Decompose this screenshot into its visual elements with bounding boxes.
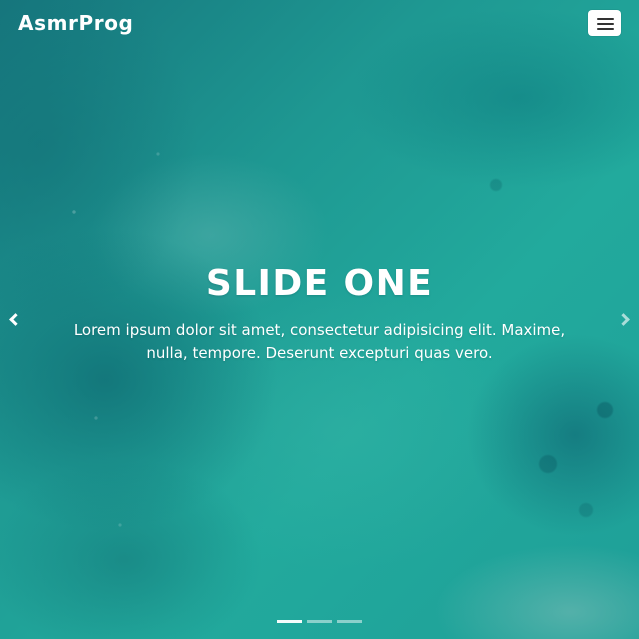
hero-carousel: AsmrProg SLIDE ONE Lorem ipsum dolor sit… (0, 0, 639, 639)
menu-line (597, 28, 614, 30)
brand-logo-link[interactable]: AsmrProg (18, 11, 133, 35)
slide-indicator-1[interactable] (277, 620, 302, 623)
slide-indicator-3[interactable] (337, 620, 362, 623)
previous-slide-button[interactable] (0, 305, 30, 337)
carousel-indicators (277, 620, 362, 624)
menu-line (597, 23, 614, 25)
slide-title: SLIDE ONE (205, 263, 434, 304)
chevron-left-icon (9, 313, 22, 326)
slide-indicator-2[interactable] (307, 620, 332, 623)
next-slide-button[interactable] (609, 305, 639, 337)
chevron-right-icon (617, 313, 630, 326)
slide-description: Lorem ipsum dolor sit amet, consectetur … (73, 321, 566, 362)
top-navbar: AsmrProg (0, 0, 639, 48)
menu-button[interactable] (588, 10, 621, 36)
hamburger-menu-icon (597, 18, 614, 30)
menu-line (597, 18, 614, 20)
slide-caption: SLIDE ONE Lorem ipsum dolor sit amet, co… (68, 262, 571, 365)
